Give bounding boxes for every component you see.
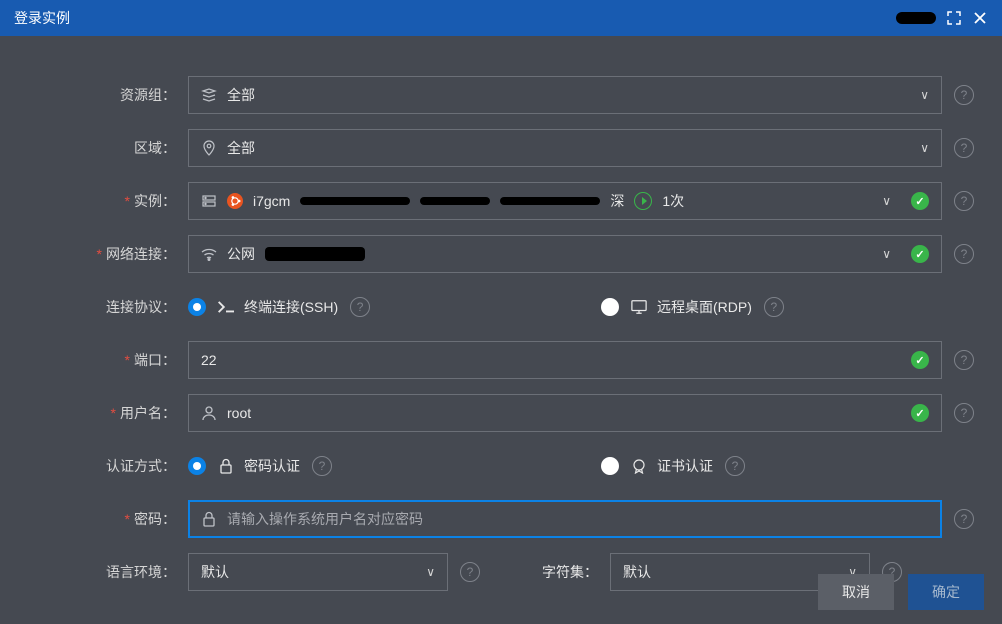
- location-pin-icon: [201, 140, 217, 156]
- help-icon[interactable]: ?: [954, 138, 974, 158]
- redacted-area: [300, 197, 410, 205]
- resource-group-value: 全部: [227, 85, 255, 105]
- row-network: *网络连接： 公网 ∨ ?: [28, 235, 974, 273]
- certificate-icon: [631, 458, 647, 474]
- username-label: *用户名：: [28, 403, 188, 423]
- close-icon[interactable]: [972, 10, 988, 26]
- chevron-down-icon: ∨: [920, 141, 929, 155]
- network-select[interactable]: 公网 ∨: [188, 235, 942, 273]
- row-port: *端口： ?: [28, 341, 974, 379]
- validation-ok-icon: [911, 192, 929, 210]
- username-input[interactable]: [227, 405, 901, 421]
- chevron-down-icon: ∨: [920, 88, 929, 102]
- instance-select[interactable]: i7gcm 深 1次 ∨: [188, 182, 942, 220]
- validation-ok-icon: [911, 245, 929, 263]
- ubuntu-os-icon: [227, 193, 243, 209]
- help-icon[interactable]: ?: [954, 191, 974, 211]
- network-label: *网络连接：: [28, 244, 188, 264]
- row-username: *用户名： ?: [28, 394, 974, 432]
- chevron-down-icon: ∨: [882, 247, 891, 261]
- row-auth-method: 认证方式： 密码认证 ? 证书认证: [28, 447, 974, 485]
- help-icon[interactable]: ?: [954, 85, 974, 105]
- protocol-ssh-label: 终端连接(SSH): [244, 297, 338, 317]
- auth-method-label: 认证方式：: [28, 456, 188, 476]
- auth-password-label: 密码认证: [244, 456, 300, 476]
- validation-ok-icon: [911, 404, 929, 422]
- desktop-icon: [631, 299, 647, 315]
- terminal-icon: [218, 299, 234, 315]
- row-resource-group: 资源组： 全部 ∨ ?: [28, 76, 974, 114]
- auth-password-radio[interactable]: [188, 457, 206, 475]
- redacted-area: [500, 197, 600, 205]
- auth-cert-radio[interactable]: [601, 457, 619, 475]
- region-select[interactable]: 全部 ∨: [188, 129, 942, 167]
- instance-region-char: 深: [610, 191, 624, 211]
- protocol-label: 连接协议：: [28, 297, 188, 317]
- protocol-rdp-label: 远程桌面(RDP): [657, 297, 752, 317]
- user-icon: [201, 405, 217, 421]
- wifi-icon: [201, 246, 217, 262]
- resource-group-select[interactable]: 全部 ∨: [188, 76, 942, 114]
- region-label: 区域：: [28, 138, 188, 158]
- help-icon[interactable]: ?: [350, 297, 370, 317]
- login-form: 资源组： 全部 ∨ ? 区域： 全部: [0, 36, 1002, 591]
- network-value: 公网: [227, 244, 255, 264]
- row-protocol: 连接协议： 终端连接(SSH) ? 远程桌面(RDP): [28, 288, 974, 326]
- port-input-wrapper: [188, 341, 942, 379]
- protocol-ssh-radio[interactable]: [188, 298, 206, 316]
- help-icon[interactable]: ?: [954, 403, 974, 423]
- password-input-wrapper: [188, 500, 942, 538]
- help-icon[interactable]: ?: [764, 297, 784, 317]
- cancel-button[interactable]: 取消: [818, 574, 894, 610]
- titlebar: 登录实例: [0, 0, 1002, 36]
- port-label: *端口：: [28, 350, 188, 370]
- instance-count: 1次: [662, 191, 684, 211]
- redacted-area: [265, 247, 365, 261]
- running-status-icon: [634, 192, 652, 210]
- lock-icon: [218, 458, 234, 474]
- auth-cert-label: 证书认证: [657, 456, 713, 476]
- validation-ok-icon: [911, 351, 929, 369]
- resource-group-label: 资源组：: [28, 85, 188, 105]
- password-input[interactable]: [227, 502, 929, 536]
- instance-id-prefix: i7gcm: [253, 193, 290, 209]
- help-icon[interactable]: ?: [725, 456, 745, 476]
- confirm-button[interactable]: 确定: [908, 574, 984, 610]
- row-region: 区域： 全部 ∨ ?: [28, 129, 974, 167]
- password-label: *密码：: [28, 509, 188, 529]
- titlebar-actions: [896, 10, 988, 26]
- row-password: *密码： ?: [28, 500, 974, 538]
- help-icon[interactable]: ?: [312, 456, 332, 476]
- lock-icon: [201, 511, 217, 527]
- help-icon[interactable]: ?: [954, 509, 974, 529]
- username-input-wrapper: [188, 394, 942, 432]
- server-icon: [201, 193, 217, 209]
- region-value: 全部: [227, 138, 255, 158]
- help-icon[interactable]: ?: [954, 350, 974, 370]
- help-icon[interactable]: ?: [954, 244, 974, 264]
- fullscreen-icon[interactable]: [946, 10, 962, 26]
- protocol-rdp-radio[interactable]: [601, 298, 619, 316]
- redacted-area: [420, 197, 490, 205]
- chevron-down-icon: ∨: [882, 194, 891, 208]
- row-instance: *实例： i7gcm 深 1次: [28, 182, 974, 220]
- instance-label: *实例：: [28, 191, 188, 211]
- dialog-footer: 取消 确定: [0, 560, 1002, 624]
- port-input[interactable]: [201, 342, 901, 378]
- dialog-title: 登录实例: [14, 8, 70, 28]
- redacted-area: [896, 12, 936, 24]
- stack-icon: [201, 87, 217, 103]
